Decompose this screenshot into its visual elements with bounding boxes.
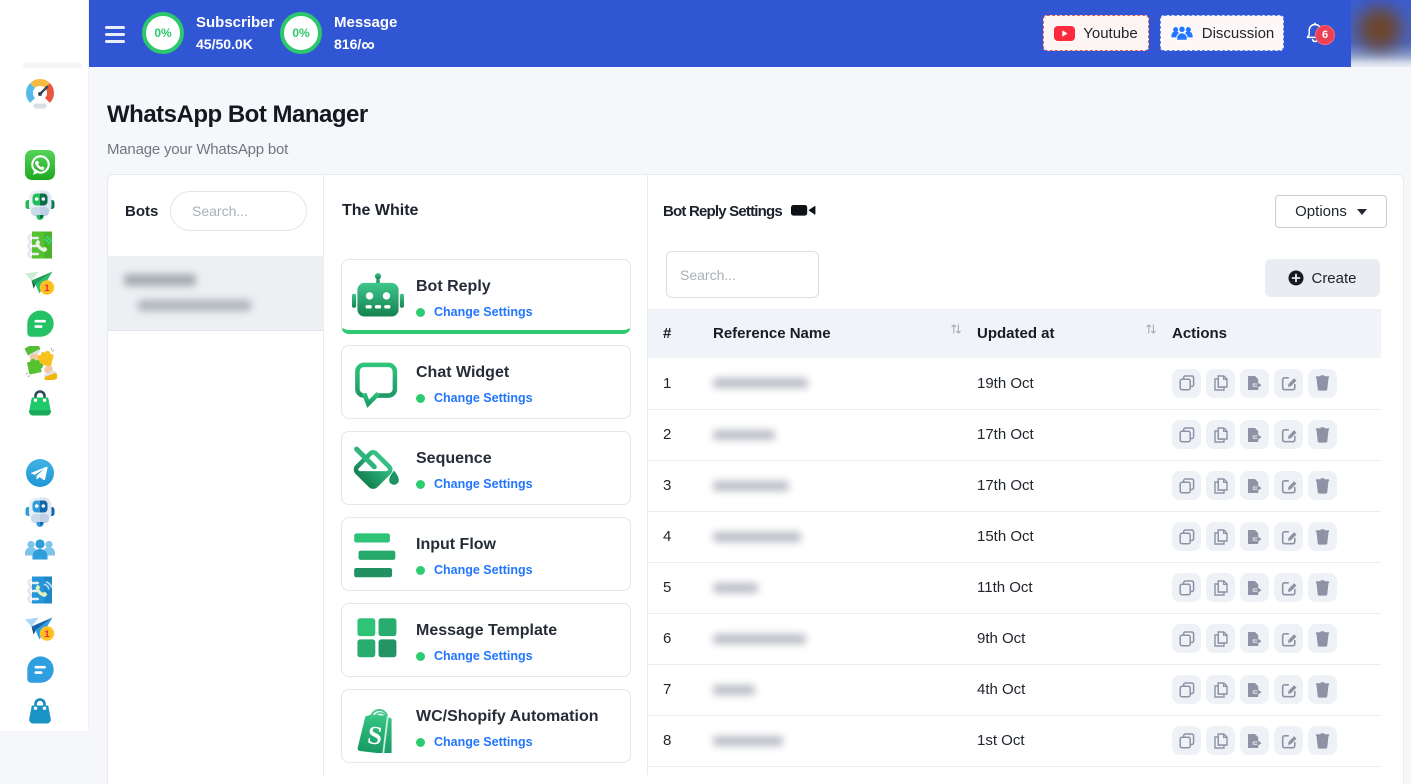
svg-text:1: 1 bbox=[44, 283, 50, 294]
svg-text:1: 1 bbox=[44, 629, 50, 640]
